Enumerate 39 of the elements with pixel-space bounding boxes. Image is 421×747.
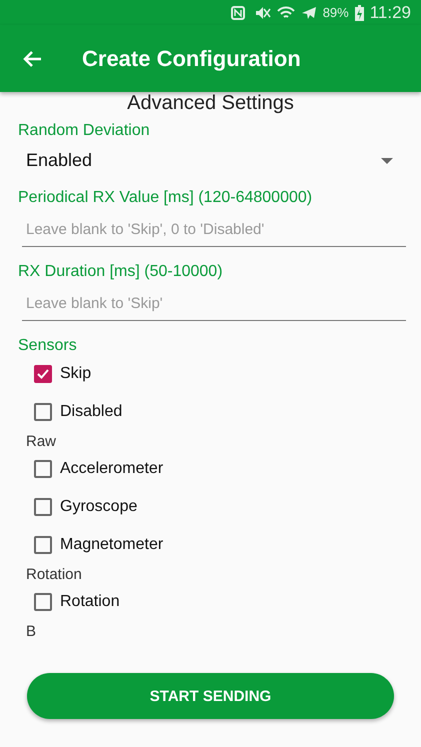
wifi-icon bbox=[276, 4, 295, 20]
checkbox-box[interactable] bbox=[34, 536, 52, 554]
start-sending-button[interactable]: START SENDING bbox=[27, 673, 394, 719]
nfc-icon bbox=[230, 6, 245, 20]
checkbox[interactable]: Accelerometer bbox=[34, 450, 403, 488]
checkbox-label: Disabled bbox=[60, 403, 122, 421]
checkbox-label: Rotation bbox=[60, 593, 120, 611]
checkbox-label: Magnetometer bbox=[60, 536, 164, 554]
checkbox[interactable]: Skip bbox=[34, 355, 403, 393]
checkbox-label: Accelerometer bbox=[60, 460, 164, 478]
field-label: RX Duration [ms] (50-10000) bbox=[18, 263, 224, 281]
clock: 11:29 bbox=[370, 2, 411, 22]
checkbox-box[interactable] bbox=[34, 593, 52, 611]
field-label: Periodical RX Value [ms] (120-64800000) bbox=[18, 189, 314, 207]
back-icon[interactable] bbox=[22, 50, 42, 68]
battery-charging-icon bbox=[354, 4, 364, 20]
section-title: Advanced Settings bbox=[126, 92, 295, 114]
input-field[interactable]: Leave blank to 'Skip', 0 to 'Disabled' bbox=[22, 213, 406, 247]
checkbox[interactable]: Rotation bbox=[34, 583, 403, 621]
checkbox-box[interactable] bbox=[34, 460, 52, 478]
input-field[interactable]: Leave blank to 'Skip' bbox=[22, 287, 406, 321]
checkbox-box[interactable] bbox=[34, 498, 52, 516]
group-heading: Raw bbox=[26, 433, 58, 450]
dropdown-arrow-icon bbox=[381, 158, 393, 164]
dropdown[interactable]: Enabled bbox=[18, 140, 403, 181]
checkbox[interactable]: Magnetometer bbox=[34, 526, 403, 564]
screen-title: Create Configuration bbox=[82, 46, 301, 72]
checkbox-label: Gyroscope bbox=[60, 498, 138, 516]
checkbox[interactable]: Gyroscope bbox=[34, 488, 403, 526]
checkbox[interactable]: Disabled bbox=[34, 393, 403, 431]
airplane-icon bbox=[300, 4, 317, 20]
field-label: Random Deviation bbox=[18, 122, 151, 140]
checkbox-box[interactable] bbox=[34, 403, 52, 421]
group-heading: Rotation bbox=[26, 566, 83, 583]
battery-percent: 89% bbox=[322, 5, 349, 20]
section-label: Sensors bbox=[18, 337, 78, 355]
group-heading: B bbox=[26, 623, 38, 640]
checkbox-box[interactable] bbox=[34, 365, 52, 383]
checkbox-label: Skip bbox=[60, 365, 92, 383]
